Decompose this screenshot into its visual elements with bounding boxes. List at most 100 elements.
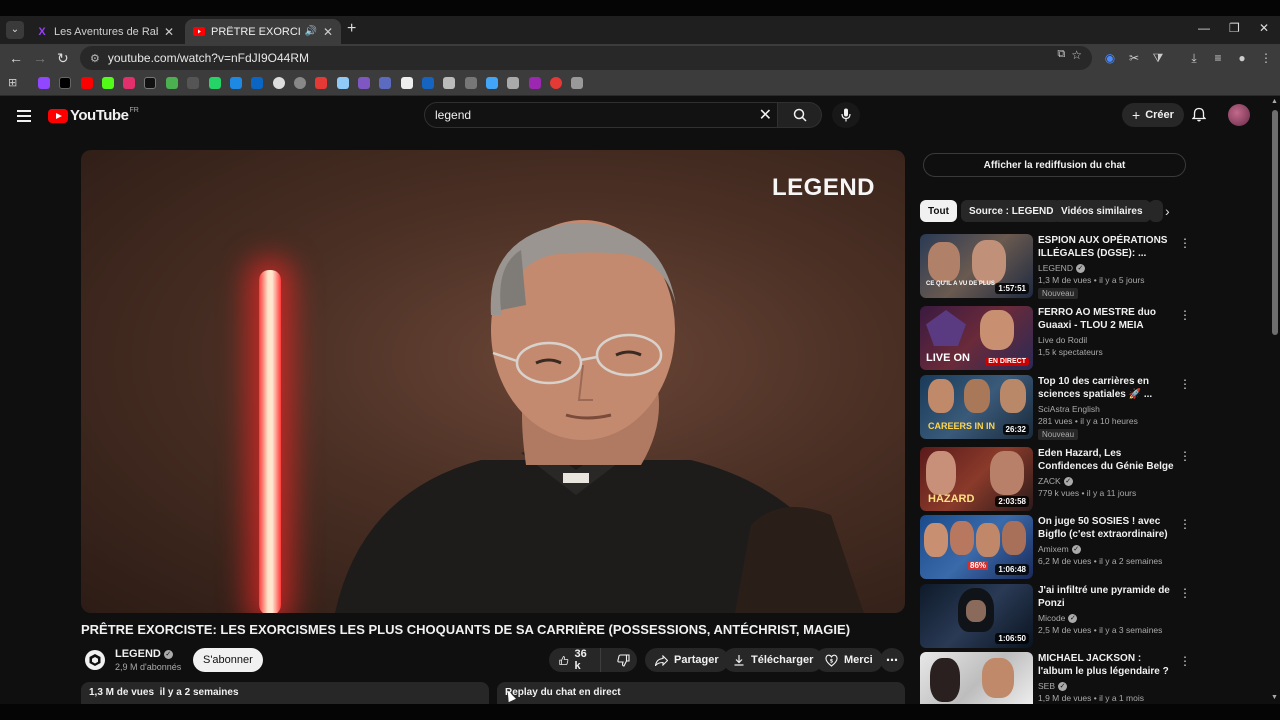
user-avatar[interactable] — [1228, 104, 1250, 126]
bookmark-icon[interactable] — [294, 77, 306, 89]
more-options-icon[interactable]: ⋮ — [1179, 236, 1191, 250]
recommendation-title[interactable]: MICHAEL JACKSON : l'album le plus légend… — [1038, 652, 1178, 678]
bookmark-icon[interactable] — [337, 77, 349, 89]
video-thumbnail[interactable]: LIVE ON EN DIRECT — [920, 306, 1033, 370]
bookmark-icon[interactable] — [166, 77, 178, 89]
address-bar[interactable]: ⚙ youtube.com/watch?v=nFdJI9O44RM ⧉ ☆ — [80, 46, 1092, 70]
site-info-icon[interactable]: ⚙ — [90, 52, 100, 65]
video-thumbnail[interactable] — [920, 652, 1033, 704]
video-thumbnail[interactable]: 86% 1:06:48 — [920, 515, 1033, 579]
search-button[interactable] — [778, 102, 822, 128]
recommendation-channel[interactable]: SciAstra English — [1038, 404, 1100, 414]
recommendation-title[interactable]: J'ai infiltré une pyramide de Ponzi — [1038, 584, 1178, 610]
clear-search-icon[interactable]: ✕ — [759, 105, 772, 125]
download-icon[interactable]: ⤓ — [1186, 50, 1202, 66]
channel-name[interactable]: LEGEND ✓ — [115, 648, 173, 660]
speaker-icon[interactable]: 🔊 — [304, 26, 316, 37]
linkedin-bookmark-icon[interactable] — [251, 77, 263, 89]
recommendation-item[interactable]: CAREERS IN IN 26:32 Top 10 des carrières… — [920, 375, 1191, 440]
dislike-button[interactable] — [607, 648, 640, 672]
bookmark-icon[interactable] — [315, 77, 327, 89]
whatsapp-bookmark-icon[interactable] — [209, 77, 221, 89]
extension-icon[interactable]: ◉ — [1102, 50, 1118, 66]
share-button[interactable]: Partager — [645, 648, 729, 672]
recommendation-title[interactable]: Eden Hazard, Les Confidences du Génie Be… — [1038, 447, 1178, 473]
recommendation-item[interactable]: 1:06:50 J'ai infiltré une pyramide de Po… — [920, 584, 1191, 648]
x-bookmark-icon[interactable] — [59, 77, 71, 89]
bookmark-icon[interactable] — [465, 77, 477, 89]
tiktok-bookmark-icon[interactable] — [144, 77, 156, 89]
recommendation-item[interactable]: 86% 1:06:48 On juge 50 SOSIES ! avec Big… — [920, 515, 1191, 579]
twitch-bookmark-icon[interactable] — [38, 77, 50, 89]
bookmark-icon[interactable] — [230, 77, 242, 89]
restore-icon[interactable]: ❐ — [1229, 21, 1240, 35]
recommendation-item[interactable]: LIVE ON EN DIRECT FERRO AO MESTRE duo Gu… — [920, 306, 1191, 370]
more-options-icon[interactable]: ⋮ — [1179, 377, 1191, 391]
kick-bookmark-icon[interactable] — [102, 77, 114, 89]
like-button[interactable]: 36 k — [549, 648, 602, 672]
recommendation-title[interactable]: Top 10 des carrières en sciences spatial… — [1038, 375, 1178, 401]
bookmark-icon[interactable] — [529, 77, 541, 89]
bookmark-icon[interactable] — [507, 77, 519, 89]
bookmark-icon[interactable] — [358, 77, 370, 89]
recommendation-channel[interactable]: Amixem ✓ — [1038, 544, 1081, 555]
more-options-icon[interactable]: ⋮ — [1179, 654, 1190, 668]
browser-tab-youtube[interactable]: PRÊTRE EXORCISTE: LES EXO 🔊 ✕ — [185, 19, 341, 44]
chip-related-videos[interactable]: Vidéos similaires — [1053, 200, 1151, 222]
video-player[interactable]: LEGEND — [81, 150, 905, 613]
video-thumbnail[interactable]: HAZARD 2:03:58 — [920, 447, 1033, 511]
more-options-icon[interactable]: ⋮ — [1179, 517, 1191, 531]
description-box[interactable]: 1,3 M de vues il y a 2 semaines — [81, 682, 489, 704]
video-thumbnail[interactable]: CE QU'IL A VU DE PLUS 1:57:51 — [920, 234, 1033, 298]
create-button[interactable]: + Créer — [1122, 103, 1184, 127]
minimize-icon[interactable]: — — [1198, 21, 1210, 35]
forward-icon[interactable]: → — [33, 50, 47, 66]
browser-menu-icon[interactable]: ⋮ — [1258, 50, 1274, 66]
thanks-button[interactable]: $ Merci — [815, 648, 883, 672]
scroll-up-icon[interactable]: ▲ — [1271, 98, 1278, 105]
recommendation-title[interactable]: FERRO AO MESTRE duo Guaaxi - TLOU 2 MEIA… — [1038, 306, 1178, 332]
more-options-icon[interactable]: ⋮ — [1179, 308, 1191, 322]
recommendation-channel[interactable]: Micode ✓ — [1038, 613, 1078, 624]
notifications-button[interactable] — [1191, 107, 1207, 127]
recommendation-channel[interactable]: LEGEND ✓ — [1038, 263, 1085, 274]
browser-tab-rabbi-jacob[interactable]: X Les Aventures de Rabbi Jacob | ✕ — [28, 19, 182, 44]
recommendation-title[interactable]: ESPION AUX OPÉRATIONS ILLÉGALES (DGSE): … — [1038, 234, 1178, 260]
chip-more[interactable] — [1149, 200, 1163, 222]
more-actions-button[interactable]: ⋯ — [880, 648, 904, 672]
scroll-down-icon[interactable]: ▼ — [1271, 694, 1278, 701]
hamburger-menu-icon[interactable] — [17, 110, 31, 125]
chat-replay-box[interactable]: Replay du chat en direct — [497, 682, 905, 704]
install-icon[interactable]: ⧉ — [1057, 48, 1065, 62]
back-icon[interactable]: ← — [9, 50, 23, 66]
new-tab-button[interactable]: + — [347, 20, 356, 38]
bookmark-icon[interactable] — [443, 77, 455, 89]
profile-icon[interactable]: ● — [1234, 50, 1250, 66]
voice-search-button[interactable] — [832, 102, 860, 128]
subscribe-button[interactable]: S'abonner — [193, 648, 263, 672]
download-button[interactable]: Télécharger — [723, 648, 824, 672]
instagram-bookmark-icon[interactable] — [123, 77, 135, 89]
tab-close-icon[interactable]: ✕ — [164, 25, 174, 39]
recommendation-channel[interactable]: SEB ✓ — [1038, 681, 1068, 692]
channel-avatar[interactable] — [85, 650, 105, 670]
tab-close-icon[interactable]: ✕ — [323, 25, 333, 39]
recommendation-item[interactable]: MICHAEL JACKSON : l'album le plus légend… — [920, 652, 1190, 704]
media-control-icon[interactable]: ≡ — [1210, 50, 1226, 66]
more-options-icon[interactable]: ⋮ — [1179, 586, 1191, 600]
recommendation-channel[interactable]: Live do Rodil — [1038, 335, 1087, 345]
recommendation-item[interactable]: HAZARD 2:03:58 Eden Hazard, Les Confiden… — [920, 447, 1191, 511]
extensions-puzzle-icon[interactable]: ⧩ — [1150, 50, 1166, 66]
video-thumbnail[interactable]: 1:06:50 — [920, 584, 1033, 648]
bookmark-icon[interactable] — [550, 77, 562, 89]
bookmark-icon[interactable] — [379, 77, 391, 89]
bookmark-icon[interactable] — [273, 77, 285, 89]
search-input[interactable] — [424, 102, 778, 128]
recommendation-channel[interactable]: ZACK ✓ — [1038, 476, 1073, 487]
youtube-logo[interactable]: YouTube FR — [48, 107, 139, 124]
video-thumbnail[interactable]: CAREERS IN IN 26:32 — [920, 375, 1033, 439]
page-scrollbar[interactable]: ▲ ▼ — [1270, 96, 1280, 704]
chip-source-legend[interactable]: Source : LEGEND — [961, 200, 1062, 222]
bookmark-icon[interactable] — [401, 77, 413, 89]
bookmark-icon[interactable] — [187, 77, 199, 89]
